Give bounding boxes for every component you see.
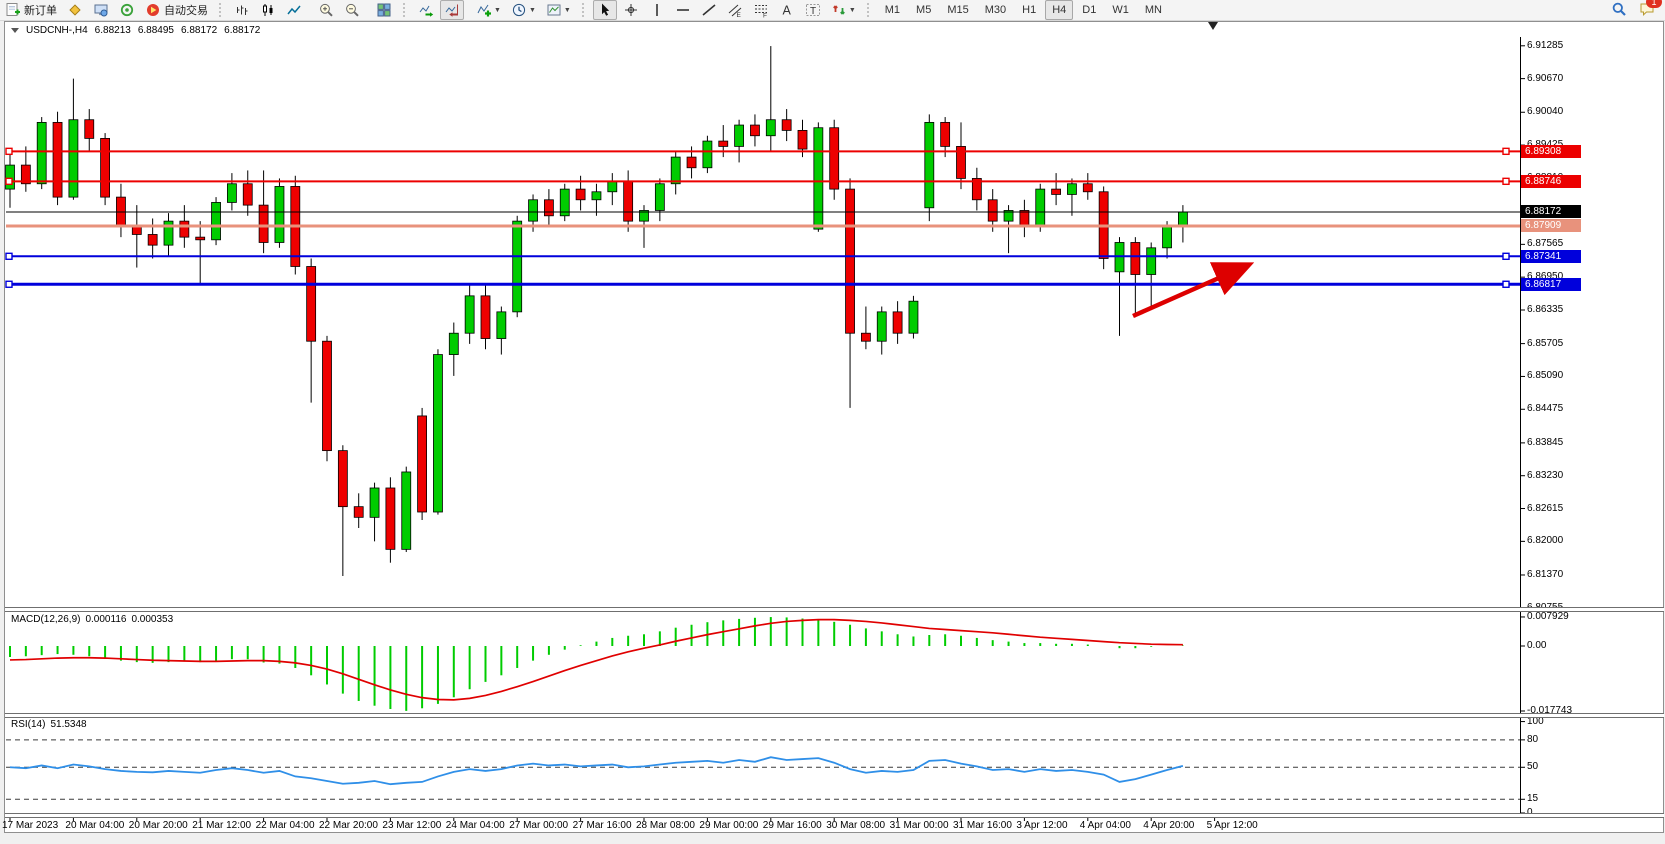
time-tick-label: 23 Mar 12:00 (382, 820, 441, 831)
time-tick-label: 22 Mar 20:00 (319, 820, 378, 831)
price-tick-label: 6.82000 (1527, 535, 1563, 546)
time-tick-label: 30 Mar 08:00 (826, 820, 885, 831)
time-tick-label: 4 Apr 04:00 (1080, 820, 1131, 831)
rsi-label: RSI(14) 51.5348 (11, 719, 92, 730)
price-tick-label: 6.90040 (1527, 106, 1563, 117)
time-tick-label: 31 Mar 16:00 (953, 820, 1012, 831)
price-tick-label: 6.85090 (1527, 370, 1563, 381)
price-tick-label: 6.85705 (1527, 338, 1563, 349)
panel-separator-macd[interactable] (5, 607, 1664, 612)
chart-low-value: 6.88172 (181, 25, 217, 36)
rsi-panel-series (6, 740, 1520, 799)
rsi-name: RSI(14) (11, 719, 45, 730)
chart-shift-marker (1208, 22, 1218, 30)
time-tick-label: 29 Mar 16:00 (763, 820, 822, 831)
time-tick-label: 17 Mar 2023 (2, 820, 58, 831)
time-tick-label: 20 Mar 04:00 (65, 820, 124, 831)
level-price-badge[interactable]: 6.88746 (1521, 175, 1581, 188)
time-tick-label: 27 Mar 00:00 (509, 820, 568, 831)
price-tick-label: 6.83845 (1527, 437, 1563, 448)
time-tick-label: 22 Mar 04:00 (256, 820, 315, 831)
time-tick-label: 24 Mar 04:00 (446, 820, 505, 831)
time-tick-label: 5 Apr 12:00 (1207, 820, 1258, 831)
time-tick-label: 3 Apr 12:00 (1016, 820, 1067, 831)
macd-label: MACD(12,26,9) 0.000116 0.000353 (11, 614, 178, 625)
time-tick-label: 29 Mar 00:00 (699, 820, 758, 831)
rsi-tick-label: 15 (1527, 793, 1538, 804)
macd-tick-label: 0.007929 (1527, 611, 1569, 622)
chart-high-value: 6.88495 (138, 25, 174, 36)
macd-name: MACD(12,26,9) (11, 614, 80, 625)
macd-main-value: 0.000116 (85, 614, 126, 625)
candlestick-series (6, 46, 1188, 576)
time-tick-label: 27 Mar 16:00 (573, 820, 632, 831)
level-price-badge[interactable]: 6.86817 (1521, 278, 1581, 291)
axis-tick-marks (10, 46, 1525, 821)
chart-symbol-period: USDCNH-,H4 (26, 25, 88, 36)
time-tick-label: 28 Mar 08:00 (636, 820, 695, 831)
panel-separator-rsi[interactable] (5, 713, 1664, 718)
time-tick-label: 4 Apr 20:00 (1143, 820, 1194, 831)
macd-panel-series (10, 617, 1183, 711)
price-tick-label: 6.83230 (1527, 470, 1563, 481)
current-price-badge[interactable]: 6.88172 (1521, 205, 1581, 218)
rsi-tick-label: 50 (1527, 761, 1538, 772)
price-tick-label: 6.90670 (1527, 73, 1563, 84)
level-price-badge[interactable]: 6.87341 (1521, 250, 1581, 263)
price-tick-label: 6.87565 (1527, 238, 1563, 249)
panel-separator-timeaxis[interactable] (5, 813, 1664, 818)
price-tick-label: 6.91285 (1527, 40, 1563, 51)
chart-open-value: 6.88213 (95, 25, 131, 36)
price-tick-label: 6.82615 (1527, 503, 1563, 514)
chart-close-value: 6.88172 (224, 25, 260, 36)
rsi-tick-label: 80 (1527, 734, 1538, 745)
level-price-badge[interactable]: 6.87909 (1521, 219, 1581, 232)
macd-tick-label: 0.00 (1527, 640, 1546, 651)
time-tick-label: 31 Mar 00:00 (890, 820, 949, 831)
chart-menu-icon[interactable] (11, 28, 19, 33)
chart-title-bar: USDCNH-,H4 6.88213 6.88495 6.88172 6.881… (11, 25, 267, 36)
horizontal-level-lines (6, 148, 1520, 287)
macd-signal-value: 0.000353 (131, 614, 173, 625)
time-tick-label: 21 Mar 12:00 (192, 820, 251, 831)
price-tick-label: 6.84475 (1527, 403, 1563, 414)
price-tick-label: 6.86335 (1527, 304, 1563, 315)
time-tick-label: 20 Mar 20:00 (129, 820, 188, 831)
price-tick-label: 6.81370 (1527, 569, 1563, 580)
level-price-badge[interactable]: 6.89308 (1521, 145, 1581, 158)
rsi-value: 51.5348 (50, 719, 86, 730)
